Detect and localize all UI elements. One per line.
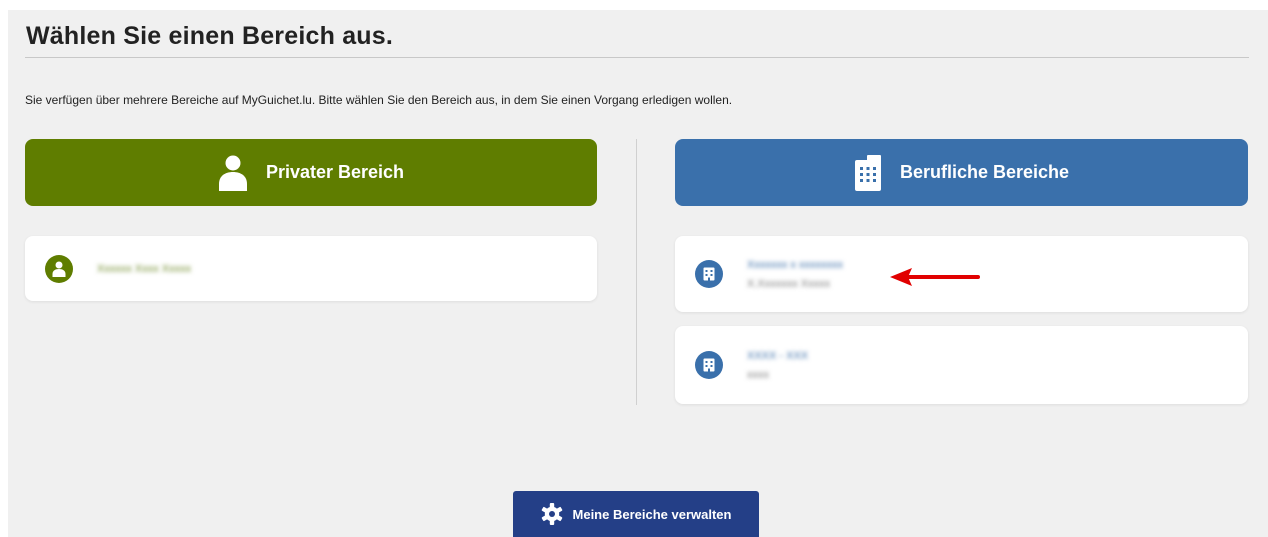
manage-areas-button[interactable]: Meine Bereiche verwalten <box>513 491 759 537</box>
page-title: Wählen Sie einen Bereich aus. <box>26 22 394 50</box>
user-circle-icon <box>45 254 73 283</box>
red-arrow-icon <box>890 268 980 286</box>
business-area-detail: X.Xxxxxxx Xxxxx <box>747 277 831 290</box>
building-icon <box>695 351 723 379</box>
business-area-name: XXXX - XXX <box>747 349 809 362</box>
building-icon <box>854 154 882 191</box>
business-area-name: Xxxxxxx x xxxxxxxx <box>747 258 843 271</box>
private-area-label: Privater Bereich <box>265 162 405 182</box>
building-icon <box>695 260 723 288</box>
private-area-name: Xxxxxx Xxxx Xxxxx <box>97 262 192 275</box>
private-area-card[interactable]: Xxxxxx Xxxx Xxxxx <box>25 236 597 301</box>
column-divider <box>636 139 637 405</box>
business-areas-button[interactable]: Berufliche Bereiche <box>675 139 1248 206</box>
business-area-detail: xxxx <box>747 368 769 381</box>
gear-icon <box>541 503 563 525</box>
title-divider <box>25 57 1249 58</box>
private-area-button[interactable]: Privater Bereich <box>25 139 597 206</box>
main-panel: Wählen Sie einen Bereich aus. Sie verfüg… <box>8 10 1268 537</box>
intro-text: Sie verfügen über mehrere Bereiche auf M… <box>25 93 733 107</box>
business-areas-label: Berufliche Bereiche <box>899 162 1070 182</box>
person-icon <box>218 155 248 191</box>
manage-areas-label: Meine Bereiche verwalten <box>572 506 732 522</box>
business-area-card[interactable]: XXXX - XXX xxxx <box>675 326 1248 404</box>
